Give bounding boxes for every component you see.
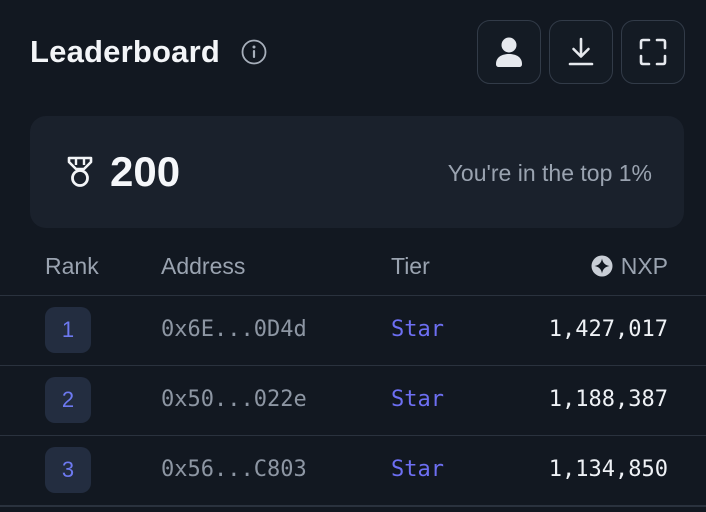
- tier-cell: Star: [391, 317, 444, 342]
- nxp-star-icon: [591, 255, 613, 277]
- table-header: Rank Address Tier NXP: [0, 244, 706, 296]
- leaderboard-header: Leaderboard: [0, 0, 706, 104]
- medal-icon: [67, 156, 93, 187]
- column-header-rank[interactable]: Rank: [45, 252, 99, 280]
- address-cell[interactable]: 0x50...022e: [161, 386, 307, 414]
- score-card: 200 You're in the top 1%: [30, 116, 684, 228]
- page-title: Leaderboard: [30, 34, 220, 69]
- leaderboard-panel: Leaderboard 200 You're in the top 1% Ran…: [0, 0, 706, 512]
- info-icon[interactable]: [241, 39, 267, 65]
- rank-percentile-text: You're in the top 1%: [447, 160, 652, 186]
- column-header-nxp[interactable]: NXP: [591, 252, 668, 280]
- table-row[interactable]: 3 0x56...C803 Star 1,134,850: [0, 435, 706, 505]
- fullscreen-icon: [639, 38, 667, 66]
- rank-badge: 1: [45, 307, 91, 353]
- nxp-label: NXP: [620, 253, 668, 279]
- tier-cell: Star: [391, 387, 444, 412]
- table-row[interactable]: 2 0x50...022e Star 1,188,387: [0, 365, 706, 435]
- column-header-address[interactable]: Address: [161, 252, 245, 280]
- column-header-tier[interactable]: Tier: [391, 252, 430, 280]
- nxp-cell: 1,427,017: [548, 317, 668, 342]
- fullscreen-button[interactable]: [621, 20, 685, 84]
- nxp-cell: 1,188,387: [548, 387, 668, 412]
- address-cell[interactable]: 0x56...C803: [161, 456, 307, 484]
- table-divider: [0, 505, 706, 507]
- nxp-cell: 1,134,850: [548, 457, 668, 482]
- rank-badge: 3: [45, 447, 91, 493]
- rank-badge: 2: [45, 377, 91, 423]
- user-icon: [496, 37, 522, 67]
- score-value: 200: [110, 148, 181, 195]
- address-cell[interactable]: 0x6E...0D4d: [161, 316, 307, 344]
- table-row[interactable]: 1 0x6E...0D4d Star 1,427,017: [0, 295, 706, 365]
- profile-button[interactable]: [477, 20, 541, 84]
- download-icon: [568, 37, 594, 66]
- tier-cell: Star: [391, 457, 444, 482]
- download-button[interactable]: [549, 20, 613, 84]
